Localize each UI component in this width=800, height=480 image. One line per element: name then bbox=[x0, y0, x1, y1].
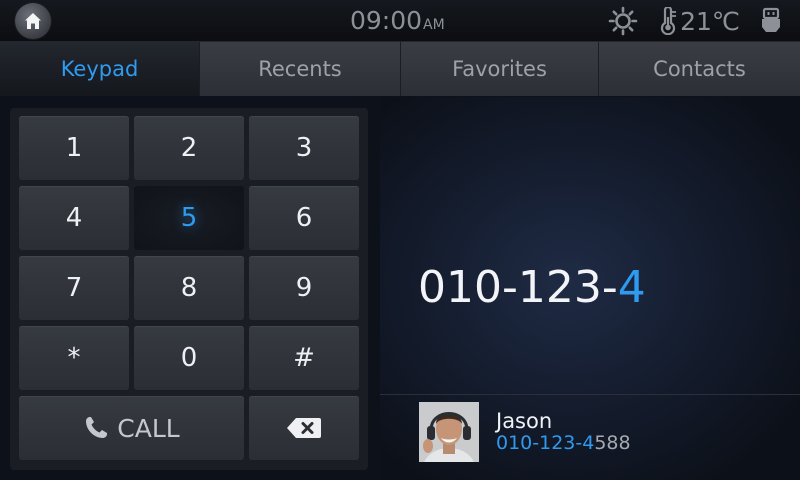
key-1[interactable]: 1 bbox=[19, 116, 129, 180]
key-8[interactable]: 8 bbox=[134, 256, 244, 320]
key-star[interactable]: * bbox=[19, 326, 129, 390]
key-hash[interactable]: # bbox=[249, 326, 359, 390]
key-4[interactable]: 4 bbox=[19, 186, 129, 250]
backspace-button[interactable] bbox=[249, 396, 359, 460]
clock: 09:00AM bbox=[350, 6, 445, 36]
contact-number-match: 010-123-4 bbox=[496, 432, 595, 454]
home-icon bbox=[25, 13, 41, 29]
clock-ampm: AM bbox=[423, 17, 445, 33]
tab-recents[interactable]: Recents bbox=[200, 42, 401, 96]
tab-favorites-label: Favorites bbox=[452, 57, 547, 81]
temperature: 21℃ bbox=[680, 6, 740, 36]
call-label: CALL bbox=[117, 413, 180, 443]
home-button[interactable] bbox=[15, 3, 51, 39]
tab-contacts[interactable]: Contacts bbox=[599, 42, 800, 96]
contact-number[interactable]: 010-123-4588 bbox=[496, 432, 631, 454]
phone-icon bbox=[86, 417, 108, 438]
status-bar: 09:00AM 21℃ bbox=[0, 0, 800, 42]
key-3[interactable]: 3 bbox=[249, 116, 359, 180]
tab-contacts-label: Contacts bbox=[653, 57, 746, 81]
dialed-prefix: 010-123- bbox=[418, 262, 618, 313]
key-9[interactable]: 9 bbox=[249, 256, 359, 320]
backspace-icon bbox=[287, 418, 321, 438]
key-5[interactable]: 5 bbox=[134, 186, 244, 250]
contact-number-rest: 588 bbox=[594, 432, 631, 454]
key-6[interactable]: 6 bbox=[249, 186, 359, 250]
key-2[interactable]: 2 bbox=[134, 116, 244, 180]
contact-photo bbox=[419, 402, 479, 462]
dialed-number: 010-123-4 bbox=[418, 262, 646, 313]
divider bbox=[380, 394, 800, 395]
thermometer-icon bbox=[661, 7, 677, 35]
keypad: 1 2 3 4 5 6 7 8 9 * 0 # CALL bbox=[10, 108, 368, 470]
usb-icon bbox=[762, 7, 780, 32]
contact-name[interactable]: Jason bbox=[496, 409, 552, 433]
tab-keypad-label: Keypad bbox=[60, 57, 139, 81]
contact-avatar[interactable] bbox=[419, 402, 479, 462]
key-0[interactable]: 0 bbox=[134, 326, 244, 390]
dialed-last-digit: 4 bbox=[617, 262, 646, 313]
tab-favorites[interactable]: Favorites bbox=[401, 42, 599, 96]
tab-recents-label: Recents bbox=[258, 57, 342, 81]
tab-bar: Keypad Recents Favorites Contacts bbox=[0, 42, 800, 96]
brightness-icon[interactable] bbox=[608, 6, 638, 36]
clock-time: 09:00 bbox=[350, 6, 423, 35]
tab-keypad[interactable]: Keypad bbox=[0, 42, 200, 96]
call-button[interactable]: CALL bbox=[19, 396, 244, 460]
key-7[interactable]: 7 bbox=[19, 256, 129, 320]
